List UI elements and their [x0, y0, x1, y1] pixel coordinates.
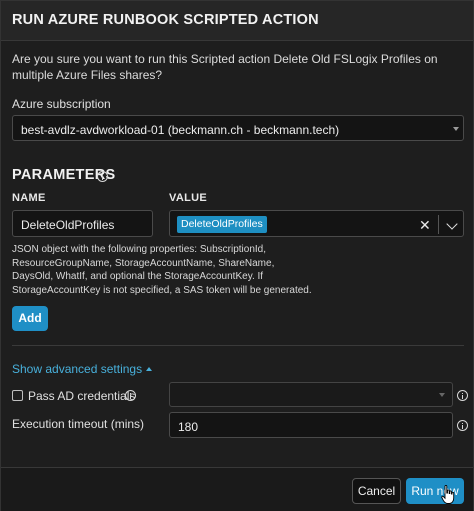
- timeout-info-icon[interactable]: [457, 420, 468, 431]
- parameter-name-input[interactable]: DeleteOldProfiles: [12, 210, 153, 237]
- dialog-footer: Cancel Run now: [1, 467, 473, 511]
- parameters-info-icon[interactable]: [97, 171, 108, 182]
- caret-up-icon: [146, 367, 153, 371]
- subscription-value: best-avdlz-avdworkload-01 (beckmann.ch -…: [21, 123, 340, 137]
- parameter-help-text: JSON object with the following propertie…: [12, 244, 312, 296]
- dialog-header: RUN AZURE RUNBOOK SCRIPTED ACTION: [1, 1, 473, 41]
- pass-ad-checkbox[interactable]: [12, 390, 23, 401]
- caret-down-icon: [439, 393, 445, 397]
- pass-ad-info-icon[interactable]: [125, 390, 136, 401]
- value-column-header: VALUE: [169, 192, 207, 204]
- pass-ad-label: Pass AD credentials: [28, 389, 136, 403]
- add-parameter-button[interactable]: Add: [12, 306, 48, 331]
- parameter-name-text: DeleteOldProfiles: [21, 218, 115, 232]
- section-divider: [12, 345, 464, 346]
- timeout-value: 180: [178, 420, 199, 434]
- hand-cursor-icon: [441, 485, 455, 504]
- show-advanced-label: Show advanced settings: [12, 362, 143, 376]
- subscription-select[interactable]: best-avdlz-avdworkload-01 (beckmann.ch -…: [12, 115, 464, 141]
- pass-ad-select[interactable]: [169, 382, 453, 407]
- timeout-label: Execution timeout (mins): [12, 417, 145, 431]
- timeout-input[interactable]: 180: [169, 412, 453, 438]
- caret-down-icon: [453, 127, 459, 131]
- chevron-down-icon[interactable]: [446, 218, 458, 230]
- run-now-button[interactable]: Run now: [406, 478, 464, 504]
- subscription-label: Azure subscription: [12, 97, 111, 111]
- name-column-header: NAME: [12, 192, 46, 204]
- run-runbook-dialog: RUN AZURE RUNBOOK SCRIPTED ACTION Are yo…: [0, 0, 474, 511]
- dialog-description: Are you sure you want to run this Script…: [12, 52, 438, 82]
- dialog-title: RUN AZURE RUNBOOK SCRIPTED ACTION: [12, 12, 319, 28]
- clear-icon[interactable]: ✕: [419, 217, 431, 234]
- show-advanced-toggle[interactable]: Show advanced settings: [12, 362, 153, 376]
- pass-ad-select-info-icon[interactable]: [457, 390, 468, 401]
- parameter-value-select[interactable]: DeleteOldProfiles ✕: [169, 210, 464, 237]
- select-divider: [438, 215, 439, 234]
- cancel-button[interactable]: Cancel: [352, 478, 401, 504]
- value-tag: DeleteOldProfiles: [177, 216, 267, 233]
